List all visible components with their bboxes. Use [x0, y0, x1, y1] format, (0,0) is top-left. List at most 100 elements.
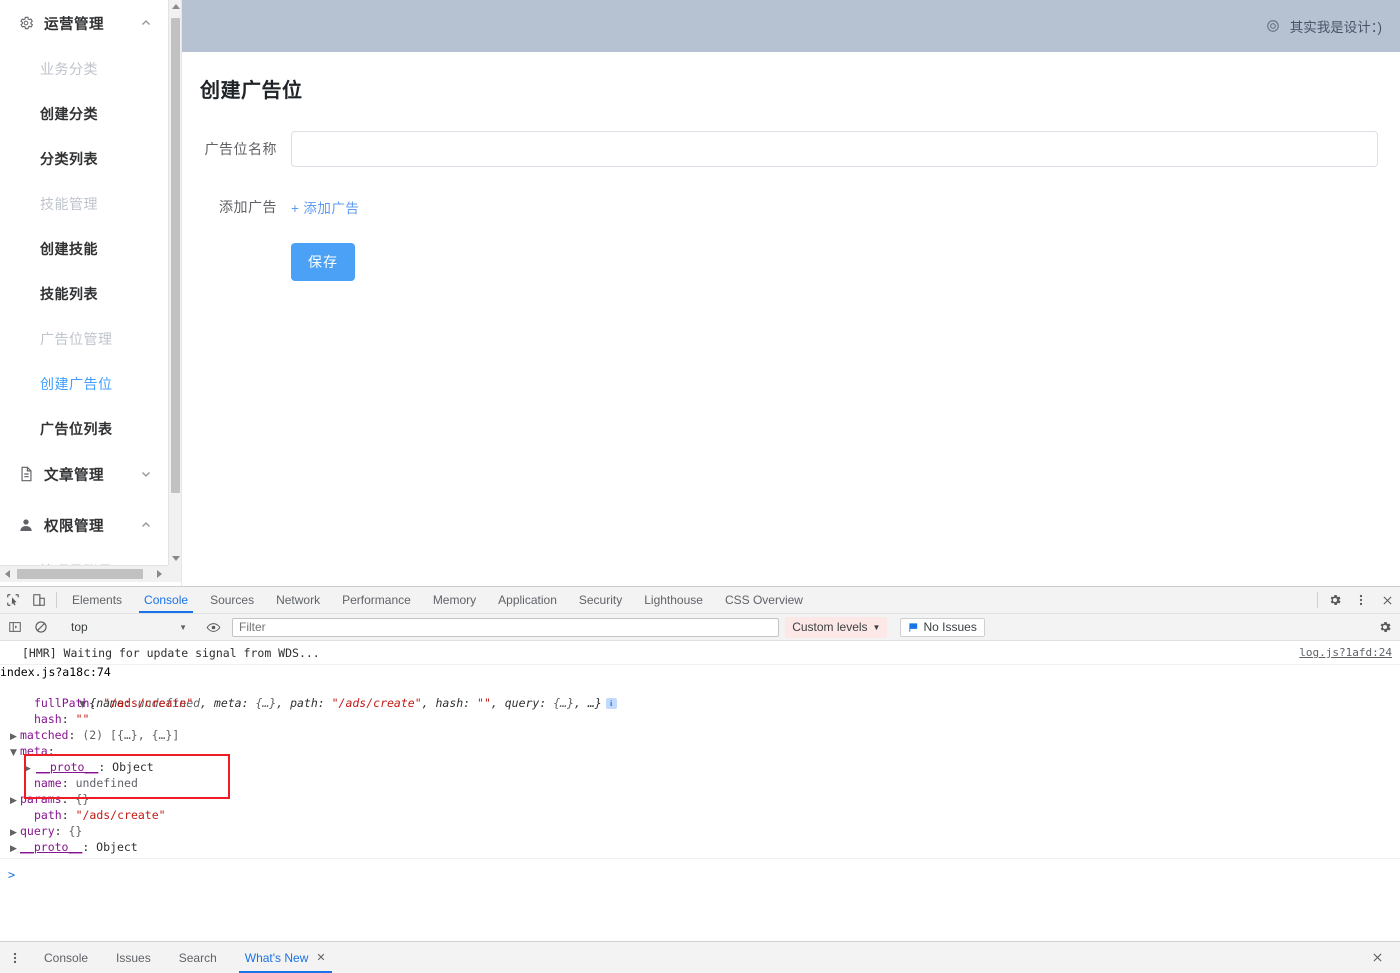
expand-toggle-icon[interactable]: ▼	[10, 745, 20, 761]
sidebar-item-create-category[interactable]: 创建分类	[0, 91, 168, 136]
sidebar-horizontal-scrollbar[interactable]	[0, 565, 181, 582]
kebab-menu-icon[interactable]	[0, 942, 30, 973]
object-property-row[interactable]: hash: ""	[0, 711, 1400, 727]
console-message-hmr: [HMR] Waiting for update signal from WDS…	[0, 642, 1400, 665]
expand-toggle-icon[interactable]: ▶	[10, 729, 20, 745]
console-filter-bar: top ▼ Custom levels ▼ No Issues	[0, 614, 1400, 641]
save-button[interactable]: 保存	[291, 243, 355, 281]
form-row-name: 广告位名称	[182, 131, 1400, 167]
toolbar-divider	[1317, 592, 1318, 608]
sidebar-item-admin-account[interactable]: 管理员账号	[0, 548, 168, 566]
add-ad-button[interactable]: + 添加广告	[291, 197, 359, 217]
object-property-row[interactable]: ▶ query: {}	[0, 823, 1400, 839]
sidebar-item-create-skill[interactable]: 创建技能	[0, 226, 168, 271]
tab-memory[interactable]: Memory	[422, 587, 487, 613]
sidebar-item-business-category[interactable]: 业务分类	[0, 46, 168, 91]
info-badge-icon[interactable]: i	[605, 698, 617, 709]
devtools-toolbar: Elements Console Sources Network Perform…	[0, 587, 1400, 614]
tab-css-overview[interactable]: CSS Overview	[714, 587, 814, 613]
scrollbar-corner	[168, 565, 181, 582]
object-property-row-proto[interactable]: ▶ __proto__: Object	[0, 759, 1400, 775]
issues-button[interactable]: No Issues	[900, 617, 985, 637]
issues-label: No Issues	[923, 620, 977, 634]
devtools-toolbar-actions	[1313, 587, 1400, 613]
ad-slot-name-label: 广告位名称	[204, 141, 277, 157]
tab-sources[interactable]: Sources	[199, 587, 265, 613]
object-property-row[interactable]: ▶ params: {}	[0, 791, 1400, 807]
chevron-up-icon[interactable]	[140, 17, 152, 29]
user-icon	[18, 517, 34, 533]
drawer-tab-label: What's New	[244, 950, 309, 965]
tab-security[interactable]: Security	[568, 587, 633, 613]
close-icon[interactable]	[1374, 587, 1400, 613]
add-ad-label: 添加广告	[219, 199, 277, 215]
drawer-tab-search[interactable]: Search	[165, 942, 231, 973]
document-icon	[18, 466, 34, 482]
chevron-down-icon[interactable]	[140, 468, 152, 480]
vertical-scrollbar-thumb[interactable]	[171, 18, 180, 493]
ad-slot-name-input[interactable]	[291, 131, 1378, 167]
scroll-left-arrow-icon[interactable]	[0, 566, 15, 582]
horizontal-scrollbar-thumb[interactable]	[17, 569, 143, 579]
devtools-panel: Elements Console Sources Network Perform…	[0, 586, 1400, 973]
sidebar-vertical-scrollbar[interactable]	[168, 0, 181, 565]
expand-toggle-icon[interactable]: ▶	[10, 825, 20, 841]
user-info[interactable]: 其实我是设计：)	[1266, 16, 1382, 36]
sidebar-group-permissions[interactable]: 权限管理	[0, 502, 168, 548]
sidebar-item-ad-slot-list[interactable]: 广告位列表	[0, 406, 168, 451]
user-name-label: 其实我是设计：)	[1289, 20, 1382, 35]
sidebar-item-skill-list[interactable]: 技能列表	[0, 271, 168, 316]
drawer-tab-console[interactable]: Console	[30, 942, 102, 973]
sidebar-item-create-ad-slot[interactable]: 创建广告位	[0, 361, 168, 406]
tab-lighthouse[interactable]: Lighthouse	[633, 587, 714, 613]
tab-performance[interactable]: Performance	[331, 587, 422, 613]
sidebar-item-ad-slot-management[interactable]: 广告位管理	[0, 316, 168, 361]
console-sidebar-icon[interactable]	[2, 620, 28, 634]
sidebar-group-articles[interactable]: 文章管理	[0, 451, 168, 497]
live-expression-icon[interactable]	[200, 620, 226, 635]
source-link-index-js[interactable]: index.js?a18c:74	[0, 665, 111, 679]
prompt-arrow-icon: >	[8, 868, 16, 882]
console-message-list: [HMR] Waiting for update signal from WDS…	[0, 642, 1400, 940]
inspect-element-icon[interactable]	[0, 587, 26, 613]
tab-elements[interactable]: Elements	[61, 587, 133, 613]
object-property-row-name[interactable]: name: undefined	[0, 775, 1400, 791]
object-property-row[interactable]: path: "/ads/create"	[0, 807, 1400, 823]
expand-toggle-icon[interactable]: ▶	[10, 841, 20, 857]
gear-avatar-icon	[1266, 19, 1281, 34]
log-level-select[interactable]: Custom levels ▼	[785, 616, 888, 638]
drawer-tab-whats-new[interactable]: What's New ✕	[231, 942, 340, 973]
tab-network[interactable]: Network	[265, 587, 331, 613]
object-header-line[interactable]: ▼ {name: undefined, meta: {…}, path: "/ad…	[0, 679, 1400, 710]
console-filter-input[interactable]	[232, 617, 780, 637]
chevron-down-icon: ▼	[872, 622, 881, 632]
source-link-log-js[interactable]: log.js?1afd:24	[1299, 645, 1392, 661]
execution-context-value: top	[71, 620, 88, 634]
drawer-tab-issues[interactable]: Issues	[102, 942, 165, 973]
console-prompt[interactable]: >	[0, 865, 1400, 885]
object-property-row-proto[interactable]: ▶ __proto__: Object	[0, 839, 1400, 855]
chevron-down-icon: ▼	[179, 622, 187, 632]
tab-application[interactable]: Application	[487, 587, 568, 613]
sidebar-group-label: 运营管理	[44, 16, 104, 33]
expand-toggle-icon[interactable]: ▶	[10, 793, 20, 809]
sidebar-item-category-list[interactable]: 分类列表	[0, 136, 168, 181]
gear-icon	[18, 15, 34, 31]
chevron-up-icon[interactable]	[140, 519, 152, 531]
gear-icon[interactable]	[1322, 587, 1348, 613]
gear-icon[interactable]	[1372, 620, 1398, 634]
form-row-add-ad: 添加广告 + 添加广告	[182, 197, 1400, 217]
device-toolbar-icon[interactable]	[26, 587, 52, 613]
sidebar-group-operations[interactable]: 运营管理	[0, 0, 168, 46]
object-property-row-meta[interactable]: ▼ meta:	[0, 743, 1400, 759]
object-property-row[interactable]: ▶ matched: (2) [{…}, {…}]	[0, 727, 1400, 743]
tab-console[interactable]: Console	[133, 587, 199, 613]
clear-console-icon[interactable]	[28, 620, 54, 634]
execution-context-select[interactable]: top ▼	[63, 617, 191, 637]
sidebar-item-skill-management[interactable]: 技能管理	[0, 181, 168, 226]
kebab-menu-icon[interactable]	[1348, 587, 1374, 613]
close-icon[interactable]: ✕	[316, 951, 325, 964]
scroll-right-arrow-icon[interactable]	[152, 566, 167, 582]
form-actions: 保存	[182, 243, 1400, 281]
close-icon[interactable]	[1364, 951, 1390, 964]
